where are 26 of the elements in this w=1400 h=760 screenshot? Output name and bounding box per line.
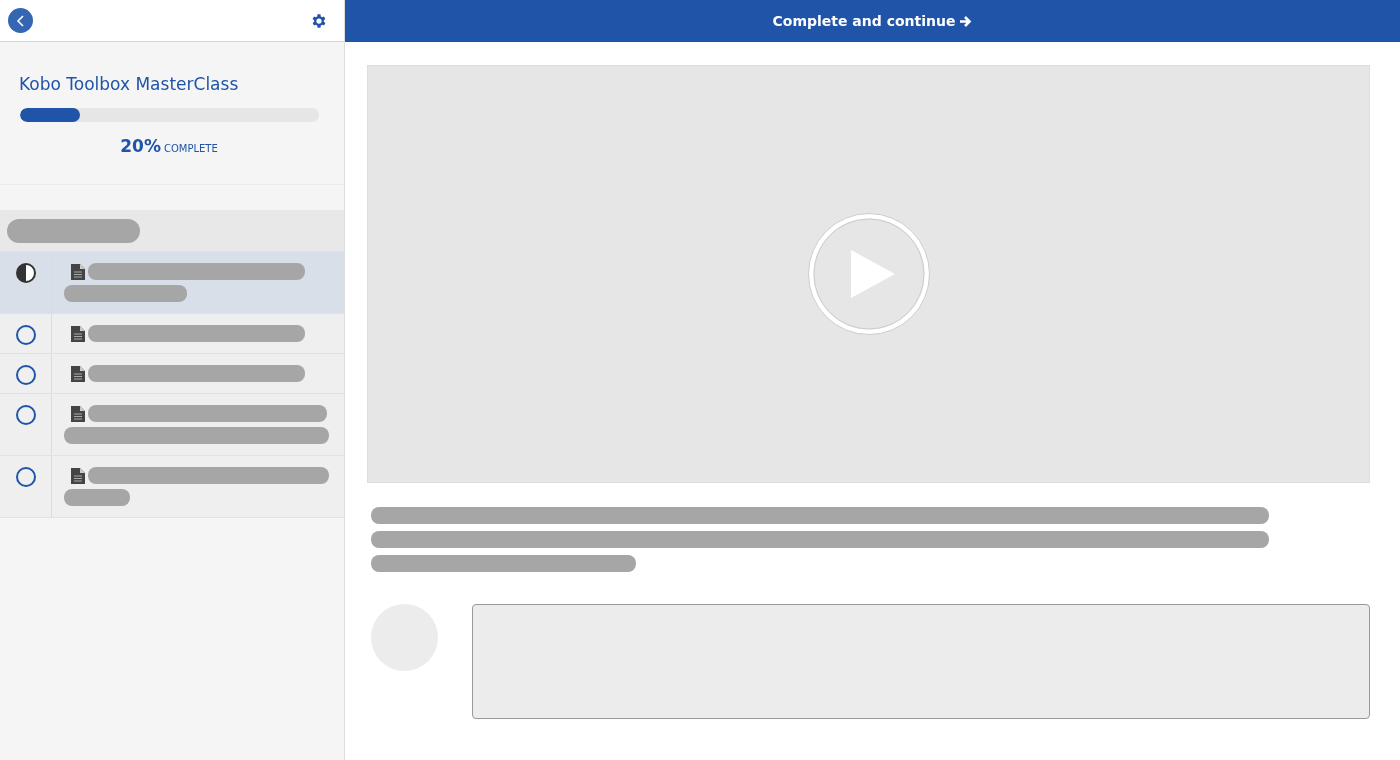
lesson-item[interactable] <box>0 456 344 518</box>
empty-circle-icon <box>15 467 36 487</box>
empty-circle-icon <box>15 365 36 385</box>
lesson-title-placeholder <box>64 489 130 506</box>
empty-circle-icon <box>15 325 36 345</box>
document-icon <box>71 325 85 342</box>
complete-continue-button[interactable]: Complete and continue <box>766 9 979 33</box>
document-icon <box>71 405 85 422</box>
arrow-right-icon <box>959 14 973 28</box>
course-title: Kobo Toolbox MasterClass <box>19 74 240 94</box>
lesson-item[interactable] <box>0 394 344 456</box>
settings-icon[interactable] <box>310 11 328 30</box>
progress-percent: 20% <box>120 136 161 156</box>
back-button[interactable] <box>8 8 33 33</box>
document-icon <box>71 263 85 280</box>
lesson-item[interactable] <box>0 314 344 354</box>
comment-field[interactable] <box>472 604 1370 719</box>
play-icon[interactable] <box>806 212 931 336</box>
document-icon <box>71 365 85 382</box>
lesson-item[interactable] <box>0 354 344 394</box>
progress-label: COMPLETE <box>163 143 218 154</box>
half-circle-icon <box>15 263 36 283</box>
chevron-left-icon <box>15 14 26 27</box>
lesson-item[interactable] <box>0 252 344 314</box>
document-icon <box>71 467 85 484</box>
empty-circle-icon <box>15 405 36 425</box>
